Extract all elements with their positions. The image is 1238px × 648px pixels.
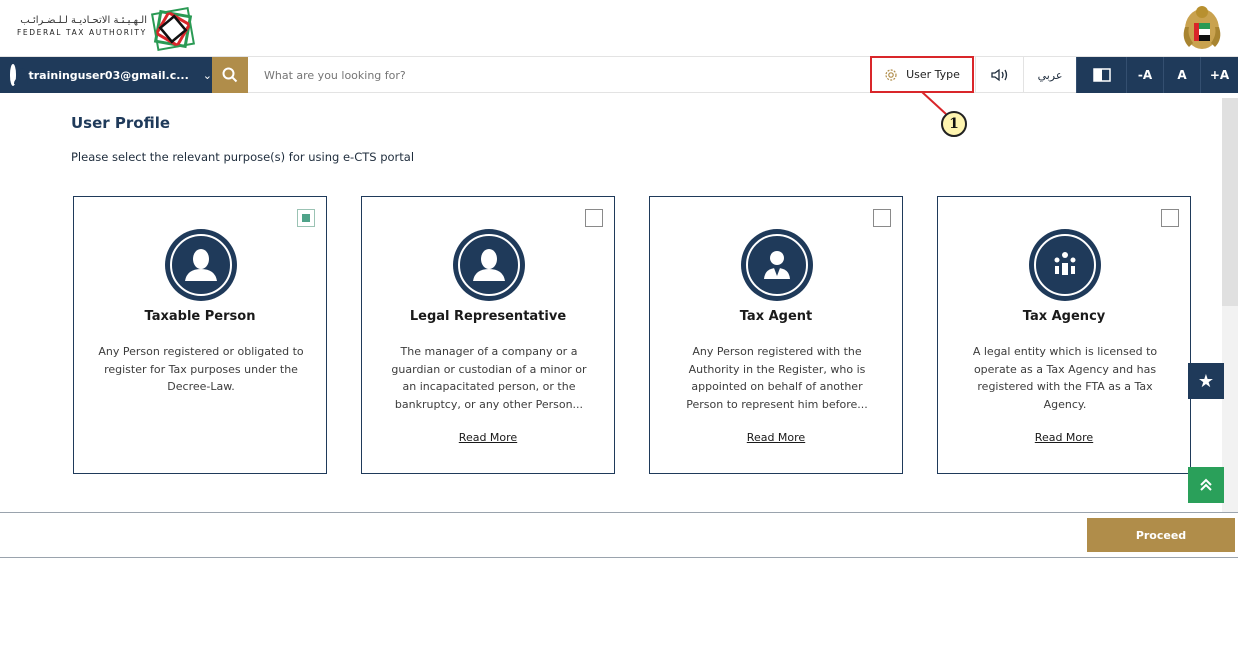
- arabic-language-label: عربي: [1037, 68, 1063, 82]
- top-toolbar: traininguser03@gmail.c... ⌄ User Type عر…: [0, 56, 1238, 93]
- read-more-link[interactable]: Read More: [938, 431, 1190, 444]
- page-subtitle: Please select the relevant purpose(s) fo…: [71, 150, 415, 164]
- gear-icon: [885, 68, 897, 81]
- user-type-label: User Type: [906, 68, 960, 81]
- scroll-to-top-button[interactable]: [1188, 467, 1224, 503]
- user-account-menu[interactable]: traininguser03@gmail.c... ⌄: [0, 57, 212, 93]
- action-footer: Proceed: [0, 512, 1238, 558]
- proceed-button[interactable]: Proceed: [1087, 518, 1235, 552]
- site-header: الـهـيـئـة الاتحـاديـة لـلـضـرائـب FEDER…: [0, 0, 1238, 56]
- user-type-card-tax-agency[interactable]: Tax Agency A legal entity which is licen…: [937, 196, 1191, 474]
- card-description: Any Person registered or obligated to re…: [98, 345, 304, 393]
- card-description: A legal entity which is licensed to oper…: [972, 345, 1158, 411]
- increase-font-label: +A: [1209, 68, 1230, 82]
- card-title: Tax Agent: [739, 309, 813, 324]
- double-chevron-up-icon: [1200, 478, 1212, 491]
- star-icon: ★: [1197, 370, 1215, 392]
- card-title: Tax Agency: [1022, 309, 1106, 324]
- user-type-card-legal-representative[interactable]: Legal Representative The manager of a co…: [361, 196, 615, 474]
- callout-badge: 1: [941, 111, 967, 137]
- person-icon: [165, 229, 237, 301]
- card-description: The manager of a company or a guardian o…: [391, 345, 587, 411]
- user-avatar-icon: [10, 64, 30, 86]
- agency-group-icon: [1029, 229, 1101, 301]
- logo-arabic-text: الـهـيـئـة الاتحـاديـة لـلـضـرائـب: [20, 15, 147, 26]
- chevron-down-icon: ⌄: [202, 68, 212, 82]
- contrast-icon: [1092, 68, 1111, 82]
- uae-emblem-icon: [1183, 6, 1221, 49]
- text-to-speech-button[interactable]: [975, 57, 1023, 93]
- user-type-card-tax-agent[interactable]: Tax Agent Any Person registered with the…: [649, 196, 903, 474]
- user-type-card-taxable-person[interactable]: Taxable Person Any Person registered or …: [73, 196, 327, 474]
- card-title: Taxable Person: [144, 309, 256, 324]
- decrease-font-button[interactable]: -A: [1126, 57, 1163, 93]
- user-email: traininguser03@gmail.c...: [28, 68, 189, 82]
- search-icon: [222, 67, 238, 83]
- increase-font-button[interactable]: +A: [1200, 57, 1238, 93]
- card-checkbox[interactable]: [1161, 209, 1179, 227]
- contrast-toggle-button[interactable]: [1076, 57, 1126, 93]
- normal-font-button[interactable]: A: [1163, 57, 1200, 93]
- card-checkbox[interactable]: [297, 209, 315, 227]
- person-icon: [453, 229, 525, 301]
- logo-english-text: FEDERAL TAX AUTHORITY: [17, 28, 147, 37]
- search-button[interactable]: [212, 57, 248, 93]
- card-checkbox[interactable]: [873, 209, 891, 227]
- search-input[interactable]: [256, 63, 816, 87]
- card-title: Legal Representative: [409, 309, 567, 324]
- card-checkbox[interactable]: [585, 209, 603, 227]
- fta-logo-text: الـهـيـئـة الاتحـاديـة لـلـضـرائـب FEDER…: [17, 15, 147, 37]
- favorite-button[interactable]: ★: [1188, 363, 1224, 399]
- speaker-icon: [990, 68, 1007, 82]
- read-more-link[interactable]: Read More: [650, 431, 902, 444]
- fta-logo-icon: [150, 7, 196, 51]
- read-more-link[interactable]: Read More: [362, 431, 614, 444]
- agent-icon: [741, 229, 813, 301]
- decrease-font-label: -A: [1137, 68, 1153, 82]
- arabic-language-button[interactable]: عربي: [1023, 57, 1076, 93]
- page-title: User Profile: [71, 114, 171, 132]
- scrollbar-thumb[interactable]: [1222, 98, 1238, 306]
- user-type-button[interactable]: User Type: [870, 56, 974, 93]
- card-description: Any Person registered with the Authority…: [686, 345, 868, 411]
- normal-font-label: A: [1177, 68, 1187, 82]
